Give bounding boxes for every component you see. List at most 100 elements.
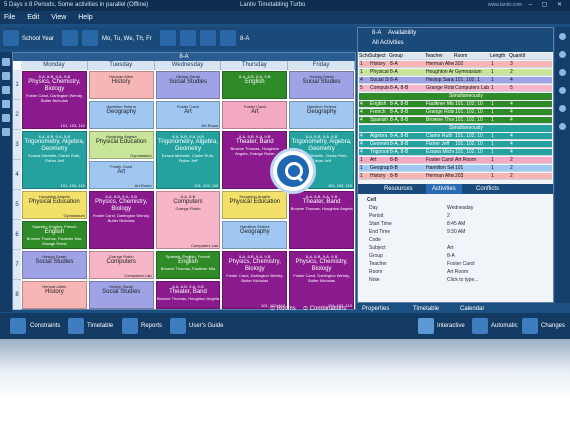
- lesson-card[interactable]: Hamilton Selena Geography: [289, 101, 354, 129]
- menu-file[interactable]: File: [4, 14, 15, 21]
- changes-button[interactable]: Changes: [541, 313, 565, 339]
- lesson-card[interactable]: 8-A, 8-B, 9-A, 9-B Trigonometry, Algebra,…: [22, 131, 87, 189]
- lesson-card[interactable]: Hamilton Selena Geography: [88, 101, 154, 129]
- users-guide-button[interactable]: User's Guide: [189, 313, 224, 339]
- filter-icon[interactable]: [559, 69, 566, 76]
- class-view-icon[interactable]: [220, 30, 236, 46]
- constraints-icon[interactable]: [10, 318, 26, 334]
- automatic-icon[interactable]: [472, 318, 488, 334]
- reports-button[interactable]: Reports: [141, 313, 162, 339]
- activity-row[interactable]: 4 Algebra 8-A, 8-B Clarke Ruth 101; 102; 10 1…: [359, 133, 552, 140]
- activity-row[interactable]: 1 History 8-A Herman Allen 202 1 3: [359, 61, 552, 68]
- lesson-card[interactable]: Foster Carol Art Art Room: [88, 161, 154, 189]
- activity-row[interactable]: 1 Geography8-B Hamilton Sele.101 1 2: [359, 165, 552, 172]
- property-value[interactable]: Art Room: [447, 269, 468, 276]
- property-row[interactable]: Note Click to type...: [367, 277, 553, 284]
- column-header[interactable]: Group: [389, 53, 425, 59]
- property-value[interactable]: 2: [447, 213, 450, 220]
- days-label[interactable]: Mo, Tu, We, Th, Fr: [102, 36, 152, 42]
- lesson-card[interactable]: 8-A, 8-B, 9-A, 9-B Physics, Chemistry, Bi…: [222, 251, 288, 309]
- lesson-card[interactable]: 8-A, 8-B, 9-A, 9-B English: [222, 71, 288, 99]
- property-row[interactable]: Group 8-A: [367, 253, 553, 260]
- property-value[interactable]: Foster Carol: [447, 261, 475, 268]
- property-row[interactable]: Room Art Room: [367, 269, 553, 276]
- property-row[interactable]: Subject Art: [367, 245, 553, 252]
- lesson-card[interactable]: 8-A, 8-B, 9-A, 9-B Theater, Band Browne Th…: [155, 281, 221, 309]
- changes-icon[interactable]: [522, 318, 538, 334]
- tab-resources[interactable]: Resources: [378, 184, 419, 194]
- add-icon[interactable]: [559, 87, 566, 94]
- lesson-card[interactable]: 8-A, 8-B, 9-A, 9-B Physics, Chemistry, Bi…: [289, 251, 354, 309]
- property-row[interactable]: Start Time 8:45 AM: [367, 221, 553, 228]
- column-header[interactable]: Subject: [369, 53, 389, 59]
- interactive-button[interactable]: Interactive: [437, 313, 465, 339]
- lesson-card[interactable]: 8-A, 8-B, 9-A, 9-B Theater, Band Browne Th…: [289, 191, 354, 249]
- users-guide-icon[interactable]: [170, 318, 186, 334]
- lesson-card[interactable]: Spanish, English, French English Browne Th…: [22, 221, 87, 249]
- lesson-card[interactable]: Heslop Sarah Social Studies: [88, 281, 154, 309]
- all-activities-button[interactable]: All Activities: [372, 40, 404, 46]
- zoom-icon[interactable]: [270, 148, 316, 194]
- activity-row[interactable]: 4 Trigonometry8-A, 8-B Ezawa Michelle101; …: [359, 149, 552, 156]
- days-icon[interactable]: [82, 30, 98, 46]
- lesson-card[interactable]: Houghton Angela Physical Education Gymnasi…: [88, 131, 154, 159]
- constraints-button[interactable]: Constraints: [30, 313, 60, 339]
- lesson-card[interactable]: 8-A, 8-B, 9-A, 9-B Physics, Chemistry, Bi…: [22, 71, 87, 129]
- lesson-card[interactable]: Houghton Angela Physical Education Gymnasi…: [22, 191, 87, 219]
- link-icon[interactable]: [559, 123, 566, 130]
- activities-class[interactable]: 8-A: [372, 30, 381, 36]
- column-header[interactable]: Sched: [359, 53, 369, 59]
- property-value[interactable]: 8:45 AM: [447, 221, 465, 228]
- property-row[interactable]: End Time 9:30 AM: [367, 229, 553, 236]
- column-header[interactable]: Teacher: [425, 53, 454, 59]
- activity-row[interactable]: 1 Physical Educ.8-A Houghton Ang.Gymnasium…: [359, 69, 552, 76]
- property-value[interactable]: Art: [447, 245, 453, 252]
- groups-icon[interactable]: [200, 30, 216, 46]
- reports-icon[interactable]: [122, 318, 138, 334]
- menu-help[interactable]: Help: [78, 14, 92, 21]
- lesson-card[interactable]: Foster Carol Art Art Room: [155, 101, 221, 129]
- pointer-icon[interactable]: [2, 58, 10, 66]
- day-header[interactable]: Monday: [21, 61, 88, 70]
- activity-row[interactable]: 5 Computers8-A, 8-B Grange RobinComputers …: [359, 85, 552, 92]
- lesson-card[interactable]: Herman Allen History: [88, 71, 154, 99]
- day-header[interactable]: Tuesday: [87, 61, 155, 70]
- lesson-card[interactable]: Hamilton Selena Geography: [222, 221, 288, 249]
- property-row[interactable]: Period 2: [367, 213, 553, 220]
- lesson-card[interactable]: Heslop Sarah Social Studies: [155, 71, 221, 99]
- property-row[interactable]: Day Wednesday: [367, 205, 553, 212]
- interactive-icon[interactable]: [418, 318, 434, 334]
- day-header[interactable]: Thursday: [221, 61, 289, 70]
- rooms-icon[interactable]: [180, 30, 196, 46]
- property-value[interactable]: Click to type...: [447, 277, 478, 284]
- lesson-card[interactable]: Foster Carol Art: [222, 101, 288, 129]
- lesson-card[interactable]: 8-A, 8-B, 9-A, 9-B Trigonometry, Algebra,…: [155, 131, 221, 189]
- property-row[interactable]: Code: [367, 237, 553, 244]
- timetable-button[interactable]: Timetable: [87, 313, 113, 339]
- remove-icon[interactable]: [559, 105, 566, 112]
- lesson-card[interactable]: Houghton Angela Physical Education: [222, 191, 288, 219]
- automatic-button[interactable]: Automatic: [491, 313, 518, 339]
- activity-row[interactable]: 4 Geometry8-A, 8-B Fisher Jeff 101; 102; 10…: [359, 141, 552, 148]
- swap-icon[interactable]: [2, 86, 10, 94]
- day-header[interactable]: Wednesday: [154, 61, 222, 70]
- tab-activities[interactable]: Activities: [426, 184, 462, 194]
- classes-icon[interactable]: [62, 30, 78, 46]
- timetable-icon[interactable]: [68, 318, 84, 334]
- menu-edit[interactable]: Edit: [27, 14, 39, 21]
- activity-row[interactable]: 4 French 8-A, 8-B Grange Robin101; 102; 10 1…: [359, 109, 552, 116]
- property-value[interactable]: Wednesday: [447, 205, 473, 212]
- lesson-card[interactable]: Herman Allen History: [22, 281, 87, 309]
- delete-icon[interactable]: [2, 128, 10, 136]
- lesson-card[interactable]: 8-A, 8-B, 9-A, 9-B Physics, Chemistry, Bi…: [88, 191, 154, 249]
- property-value[interactable]: 9:30 AM: [447, 229, 465, 236]
- school-year-icon[interactable]: [3, 30, 19, 46]
- activity-row[interactable]: 4 Spanish8-A, 8-B Browne Thom.101; 102; 10…: [359, 117, 552, 124]
- arrow-up-icon[interactable]: [559, 33, 566, 40]
- day-header[interactable]: Friday: [288, 61, 355, 70]
- arrow-down-icon[interactable]: [559, 51, 566, 58]
- window-controls[interactable]: – ▢ ✕: [529, 0, 566, 11]
- lesson-card[interactable]: Spanish, English, French English Browne Th…: [155, 251, 221, 279]
- lock-icon[interactable]: [2, 100, 10, 108]
- lesson-card[interactable]: Heslop Sarah Social Studies: [22, 251, 87, 279]
